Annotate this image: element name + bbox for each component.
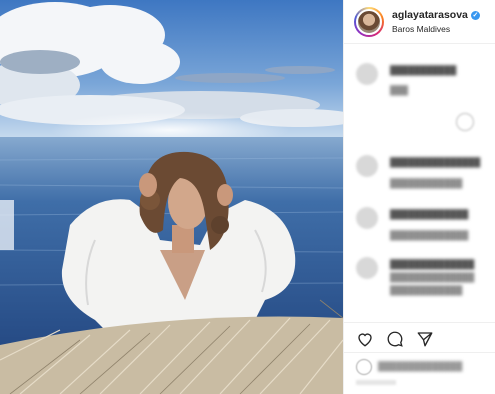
action-bar bbox=[344, 322, 495, 352]
comment-meta: █████████████ bbox=[390, 230, 469, 240]
comment-meta: ████████████ bbox=[390, 178, 463, 188]
timestamp-line bbox=[356, 380, 396, 385]
verified-badge-icon: ✓ bbox=[470, 10, 480, 20]
caption-author: ███████████ bbox=[390, 65, 457, 75]
avatar[interactable] bbox=[356, 9, 382, 35]
paper-plane-icon[interactable] bbox=[416, 330, 434, 348]
photo-scene bbox=[0, 0, 343, 394]
caption-time: ███ bbox=[390, 85, 409, 95]
comment-avatar[interactable] bbox=[356, 207, 378, 229]
add-comment-area[interactable]: ██████████████ bbox=[344, 352, 495, 394]
location-link[interactable]: Baros Maldives bbox=[392, 24, 450, 34]
comment-avatar[interactable] bbox=[356, 155, 378, 177]
comment-text: ██████████████ bbox=[390, 259, 475, 269]
username-link[interactable]: aglayatarasova bbox=[392, 9, 468, 21]
post-photo[interactable] bbox=[0, 0, 343, 394]
comment-text-line: ████████████ bbox=[390, 285, 463, 295]
post-header: aglayatarasova ✓ Baros Maldives bbox=[344, 0, 495, 44]
more-options-icon[interactable] bbox=[456, 113, 474, 131]
caption-avatar[interactable] bbox=[356, 63, 378, 85]
comments-list: ███████████ ███ ███████████████ ████████… bbox=[344, 45, 495, 320]
username-row: aglayatarasova ✓ bbox=[392, 9, 480, 21]
comment-input[interactable]: ██████████████ bbox=[378, 361, 462, 371]
comment-text-line: ██████████████ bbox=[390, 272, 475, 282]
smile-icon[interactable] bbox=[356, 359, 372, 375]
post-side-panel: aglayatarasova ✓ Baros Maldives ████████… bbox=[343, 0, 495, 394]
comment-bubble-icon[interactable] bbox=[386, 330, 404, 348]
story-ring[interactable] bbox=[354, 7, 384, 37]
comment-text: █████████████ bbox=[390, 209, 469, 219]
comment-text: ███████████████ bbox=[390, 157, 481, 167]
heart-icon[interactable] bbox=[356, 330, 374, 348]
comment-avatar[interactable] bbox=[356, 257, 378, 279]
